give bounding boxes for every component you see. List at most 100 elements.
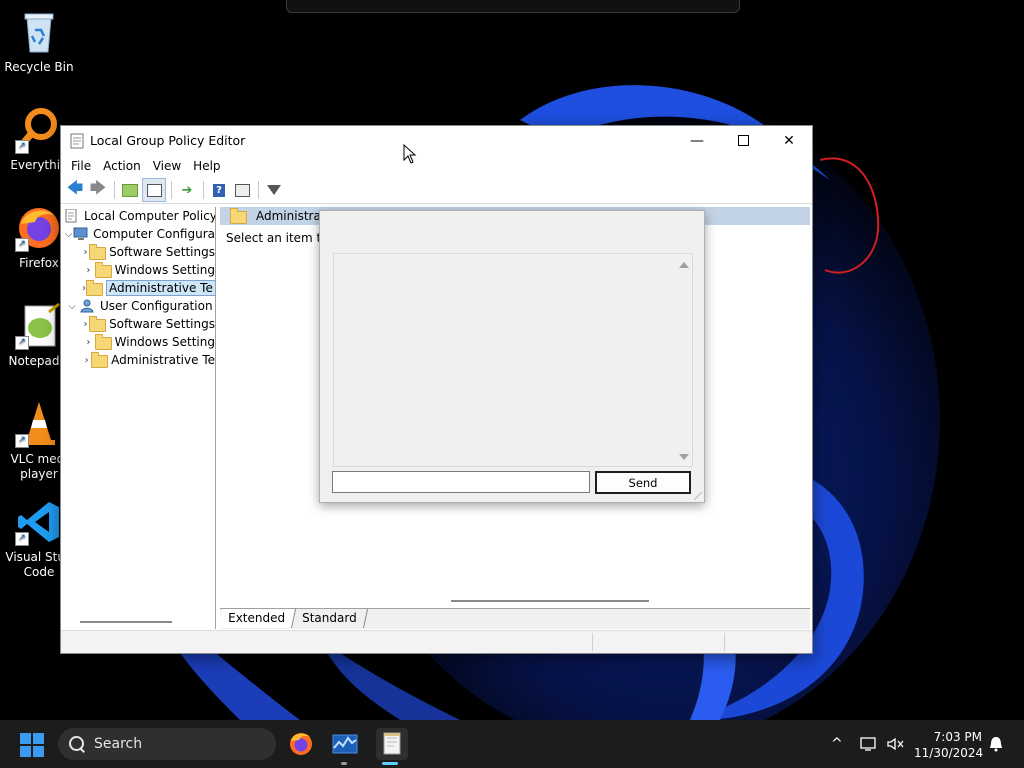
speaker-muted-icon[interactable] [886,736,906,752]
desktop-icon-recycle-bin[interactable]: Recycle Bin [1,8,77,75]
message-log[interactable] [333,253,693,467]
folder-icon [230,208,247,224]
forward-arrow-icon: 🡆 [89,177,107,197]
status-divider [724,633,725,651]
maximize-icon [737,135,749,146]
notepadpp-icon: ↗ [15,302,63,350]
tree-item-local-computer-policy[interactable]: Local Computer Policy [62,207,215,225]
close-icon: ✕ [783,132,795,149]
window-titlebar[interactable]: Local Group Policy Editor — ✕ [61,126,812,155]
tab-label: Extended [228,611,286,625]
tab-label: Standard [302,611,357,625]
details-horizontal-scrollbar[interactable] [451,600,649,602]
tree-item-software-settings[interactable]: › Software Settings [62,243,215,261]
policy-document-icon [70,133,84,149]
tree-horizontal-scrollbar[interactable] [80,621,172,623]
tree-item-computer-configuration[interactable]: ⌵ Computer Configura [62,225,215,243]
everything-search-icon: ↗ [15,106,63,154]
tree-item-label: Windows Setting [114,335,215,349]
tab-standard[interactable]: Standard [291,609,368,628]
scroll-up-arrow-icon[interactable] [679,262,689,268]
taskbar-search[interactable]: Search [58,728,276,760]
up-one-level-button[interactable] [119,179,141,201]
policy-document-icon [64,208,80,223]
policy-tree[interactable]: Local Computer Policy ⌵ Computer Configu… [62,207,216,629]
menu-view[interactable]: View [147,159,187,173]
menu-help[interactable]: Help [187,159,226,173]
menu-action[interactable]: Action [97,159,147,173]
chevron-right-icon[interactable]: › [82,355,91,366]
taskbar-clock[interactable]: 7:03 PM 11/30/2024 [914,729,984,761]
send-button[interactable]: Send [595,471,691,494]
chevron-right-icon[interactable]: › [82,265,95,276]
tree-item-label: Administrative Te [111,353,215,367]
maximize-button[interactable] [720,126,766,155]
tree-item-label: User Configuration [100,299,213,313]
policy-document-icon [383,732,401,755]
menu-file[interactable]: File [65,159,97,173]
help-button[interactable]: ? [208,179,230,201]
menu-bar: File Action View Help [61,155,812,177]
tab-extended[interactable]: Extended [220,609,297,628]
firefox-icon [290,733,312,755]
notification-bell-icon[interactable] [989,736,1003,752]
minimize-button[interactable]: — [674,126,720,155]
vscode-icon: ↗ [15,498,63,546]
folder-icon [89,244,107,260]
tree-item-administrative-templates[interactable]: › Administrative Te [62,279,215,297]
tree-item-label: Administrative Te [106,280,215,296]
tree-item-label: Windows Setting [114,263,215,277]
start-button[interactable] [20,733,44,757]
show-hide-tree-button[interactable] [142,178,166,202]
tree-item-label: Local Computer Policy [84,209,216,223]
filter-button[interactable] [263,179,285,201]
tree-item-user-administrative-templates[interactable]: › Administrative Te [62,351,215,369]
shortcut-arrow-icon: ↗ [15,336,29,350]
taskbar-task-manager[interactable] [331,730,359,758]
tree-item-label: Software Settings [109,245,215,259]
toolbar-separator [203,181,204,199]
chat-dialog[interactable]: Send [319,210,705,503]
message-input[interactable] [332,471,590,493]
resize-grip-icon[interactable] [694,492,702,500]
folder-up-icon [122,183,138,197]
tree-item-windows-settings[interactable]: › Windows Setting [62,261,215,279]
tree-item-label: Software Settings [109,317,215,331]
network-icon[interactable] [860,736,878,752]
close-button[interactable]: ✕ [766,126,812,155]
shortcut-arrow-icon: ↗ [15,238,29,252]
forward-button[interactable]: 🡆 [87,177,109,201]
folder-icon [91,352,109,368]
vlc-cone-icon: ↗ [15,400,63,448]
log-vertical-scrollbar[interactable] [675,254,692,466]
toolbar-separator [171,181,172,199]
chevron-down-icon[interactable]: ⌵ [64,301,80,312]
back-arrow-icon: 🡄 [66,177,84,197]
folder-icon [94,334,112,350]
show-hidden-icons-chevron-up-icon[interactable]: ^ [831,736,843,752]
window-title: Local Group Policy Editor [90,133,246,148]
properties-button[interactable] [231,179,253,201]
chevron-right-icon[interactable]: › [82,337,95,348]
chevron-right-icon[interactable]: › [82,319,89,330]
active-indicator [382,762,398,765]
tree-item-label: Computer Configura [93,227,215,241]
tree-item-user-configuration[interactable]: ⌵ User Configuration [62,297,215,315]
scroll-down-arrow-icon[interactable] [679,454,689,460]
status-bar [61,630,812,653]
filter-icon [267,185,281,195]
folder-icon [86,280,103,296]
chevron-down-icon[interactable]: ⌵ [64,229,73,240]
taskbar-group-policy-editor[interactable] [376,728,408,760]
tree-item-user-windows-settings[interactable]: › Windows Setting [62,333,215,351]
taskbar-firefox[interactable] [287,730,315,758]
back-button[interactable]: 🡄 [64,177,86,201]
clock-date: 11/30/2024 [914,746,984,760]
search-icon [68,735,86,753]
clock-time: 7:03 PM [933,730,982,744]
tree-item-user-software-settings[interactable]: › Software Settings [62,315,215,333]
firefox-icon: ↗ [15,204,63,252]
export-list-button[interactable]: ➔ [176,179,198,201]
running-indicator [341,762,347,765]
chevron-right-icon[interactable]: › [82,247,89,258]
